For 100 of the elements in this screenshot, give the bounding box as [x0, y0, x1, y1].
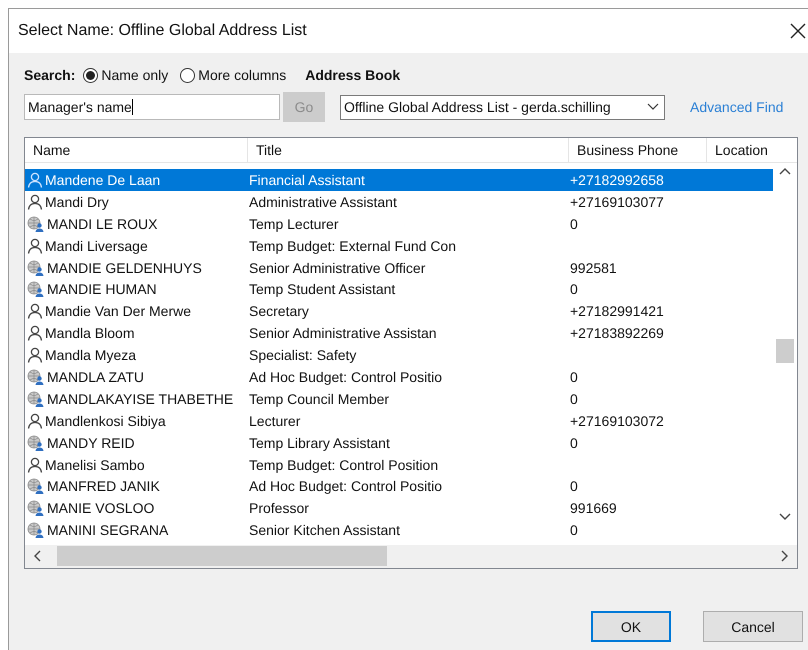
scrollbar-thumb[interactable]: [776, 339, 794, 363]
business-phone: 0: [570, 478, 578, 494]
globe-person-icon: [27, 500, 45, 516]
address-book-dropdown[interactable]: Offline Global Address List - gerda.schilling: [340, 94, 665, 120]
dropdown-chevron-icon[interactable]: [647, 103, 659, 111]
business-phone: +27183892269: [570, 325, 664, 342]
contact-row[interactable]: Mandla Bloom Senior Administrative Assistan +27183892269: [25, 322, 773, 344]
scrollbar-thumb[interactable]: [57, 546, 387, 566]
business-phone: 0: [570, 281, 578, 298]
business-phone: +27182992658: [570, 172, 664, 188]
window-title: Select Name: Offline Global Address List: [18, 22, 307, 40]
contact-row[interactable]: MANDIE GELDENHUYS Senior Administrative Officer 992581: [25, 256, 773, 278]
contact-name: Mandi Dry: [45, 194, 109, 210]
person-icon: [27, 412, 43, 429]
person-icon: [27, 194, 43, 210]
contact-title: Administrative Assistant: [249, 194, 397, 210]
contact-row[interactable]: Mandlenkosi Sibiya Lecturer +27169103072: [25, 410, 773, 432]
globe-person-icon: [27, 281, 45, 298]
business-phone: +27169103077: [570, 194, 664, 210]
column-header[interactable]: Name: [25, 138, 248, 162]
contact-name: MANDI LE ROUX: [47, 216, 158, 232]
business-phone: 0: [570, 522, 578, 538]
contact-row[interactable]: Mandie Van Der Merwe Secretary +27182991421: [25, 300, 773, 322]
person-icon: [27, 347, 43, 364]
contact-name: Mandla Bloom: [45, 325, 134, 342]
search-field[interactable]: Manager's name: [24, 94, 280, 120]
contact-row[interactable]: MANDLA ZATU Ad Hoc Budget: Control Positio 0: [25, 366, 773, 388]
globe-person-icon: [27, 478, 45, 494]
contact-title: Professor: [249, 500, 309, 516]
scroll-down-icon[interactable]: [779, 513, 791, 521]
dialog-button[interactable]: OK: [591, 611, 671, 642]
person-icon: [27, 303, 43, 320]
globe-person-icon: [27, 522, 45, 538]
contact-row[interactable]: MANDLAKAYISE THABETHE Temp Council Member 0: [25, 388, 773, 410]
contact-title: Senior Kitchen Assistant: [249, 522, 400, 538]
contact-row[interactable]: Mandene De Laan Financial Assistant +27182992658: [25, 169, 773, 191]
column-header[interactable]: Business Phone: [569, 138, 707, 162]
business-phone: 991669: [570, 500, 617, 516]
contact-title: Senior Administrative Officer: [249, 260, 426, 276]
contact-row[interactable]: MANINI SEGRANA Senior Kitchen Assistant 0: [25, 519, 773, 542]
contact-title: Financial Assistant: [249, 172, 365, 188]
contact-title: Specialist: Safety: [249, 347, 356, 364]
globe-person-icon: [27, 390, 45, 407]
contact-title: Ad Hoc Budget: Control Positio: [249, 478, 442, 494]
contact-title: Temp Budget: External Fund Con: [249, 238, 456, 254]
contact-name: MANDY REID: [47, 434, 135, 451]
contact-name: MANDLAKAYISE THABETHE: [47, 390, 234, 407]
business-phone: 0: [570, 368, 578, 385]
contact-row[interactable]: Mandi Liversage Temp Budget: External Fund Con: [25, 234, 773, 257]
contact-name: Mandi Liversage: [45, 238, 148, 254]
advanced-find-link[interactable]: Advanced Find: [690, 99, 784, 115]
contact-row[interactable]: MANFRED JANIK Ad Hoc Budget: Control Positio 0: [25, 475, 773, 498]
business-phone: 0: [570, 216, 578, 232]
contact-name: Mandla Myeza: [45, 347, 136, 364]
search-label: Search:: [24, 67, 76, 83]
close-icon[interactable]: [790, 23, 806, 39]
contact-title: Temp Lecturer: [249, 216, 338, 232]
globe-person-icon: [27, 368, 45, 385]
person-icon: [27, 238, 43, 254]
contact-name: MANDIE HUMAN: [47, 281, 157, 298]
contact-name: Manelisi Sambo: [45, 456, 145, 473]
column-header[interactable]: Title: [248, 138, 569, 162]
business-phone: +27169103072: [570, 412, 664, 429]
contact-title: Senior Administrative Assistan: [249, 325, 437, 342]
contact-title: Lecturer: [249, 412, 300, 429]
business-phone: 0: [570, 434, 578, 451]
contact-name: Mandene De Laan: [45, 172, 160, 188]
contact-name: Mandlenkosi Sibiya: [45, 412, 166, 429]
search-option-radio[interactable]: More columns: [180, 67, 286, 83]
scroll-left-icon[interactable]: [33, 550, 41, 562]
contact-title: Secretary: [249, 303, 309, 320]
address-book-label: Address Book: [305, 67, 400, 83]
contact-title: Temp Council Member: [249, 390, 390, 407]
scroll-up-icon[interactable]: [779, 167, 791, 175]
globe-person-icon: [27, 434, 45, 451]
business-phone: 992581: [570, 260, 617, 276]
contact-title: Ad Hoc Budget: Control Positio: [249, 368, 442, 385]
contact-row[interactable]: Manelisi Sambo Temp Budget: Control Position: [25, 454, 773, 476]
column-header[interactable]: Location: [707, 138, 797, 162]
contact-row[interactable]: MANDI LE ROUX Temp Lecturer 0: [25, 212, 773, 235]
contact-name: Mandie Van Der Merwe: [45, 303, 192, 320]
person-icon: [27, 456, 43, 473]
contact-name: MANFRED JANIK: [47, 478, 160, 494]
contact-row[interactable]: Mandi Dry Administrative Assistant +27169103077: [25, 190, 773, 213]
contact-title: Temp Budget: Control Position: [249, 456, 438, 473]
dialog-button[interactable]: Cancel: [703, 611, 803, 642]
contact-name: MANDIE GELDENHUYS: [47, 260, 202, 276]
search-option-radio[interactable]: Name only: [83, 67, 168, 83]
contact-row[interactable]: MANDIE HUMAN Temp Student Assistant 0: [25, 278, 773, 300]
contact-name: MANIE VOSLOO: [47, 500, 154, 516]
contact-row[interactable]: Mandla Myeza Specialist: Safety: [25, 344, 773, 366]
business-phone: 0: [570, 390, 578, 407]
scroll-right-icon[interactable]: [781, 550, 789, 562]
contact-title: Temp Library Assistant: [249, 434, 390, 451]
contact-title: Temp Student Assistant: [249, 281, 396, 298]
contact-row[interactable]: MANIE VOSLOO Professor 991669: [25, 497, 773, 520]
person-icon: [27, 325, 43, 342]
business-phone: +27182991421: [570, 303, 664, 320]
contact-row[interactable]: MANDY REID Temp Library Assistant 0: [25, 432, 773, 454]
globe-person-icon: [27, 216, 45, 232]
